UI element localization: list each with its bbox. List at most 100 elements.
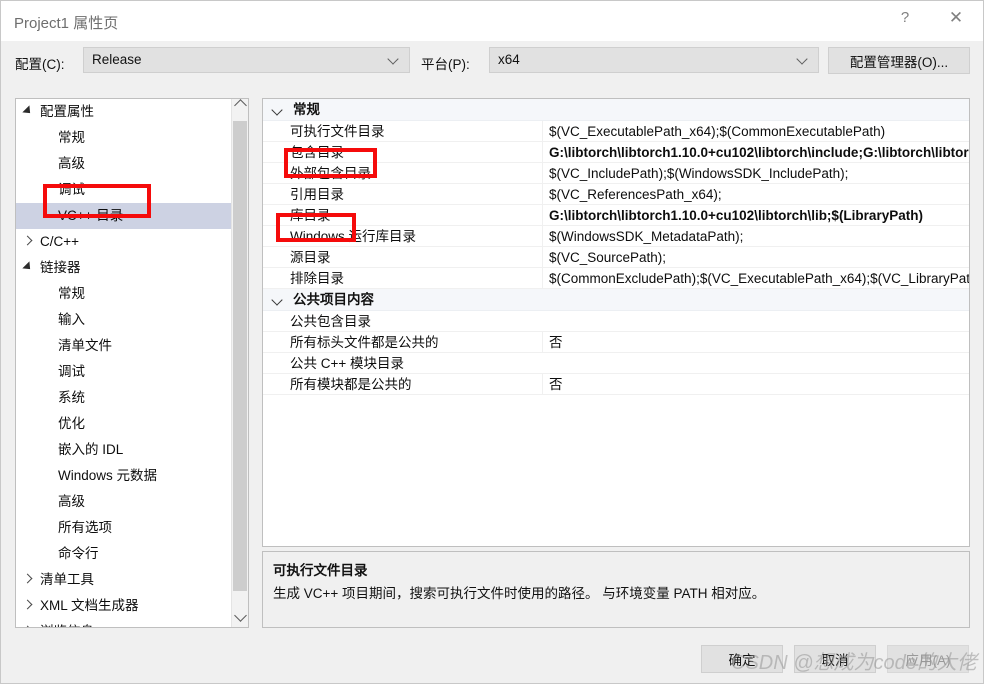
property-grid: 常规可执行文件目录 $(VC_ExecutablePath_x64);$(Comm… [262, 98, 970, 547]
property-value[interactable]: $(VC_ReferencesPath_x64); [542, 184, 969, 204]
help-button[interactable]: ? [882, 1, 928, 34]
configuration-manager-button[interactable]: 配置管理器(O)... [828, 47, 970, 74]
chevron-down-icon[interactable] [270, 289, 286, 310]
tree-item-label: 输入 [58, 312, 85, 327]
tree-item-label: 常规 [58, 286, 85, 301]
description-pane: 可执行文件目录 生成 VC++ 项目期间，搜索可执行文件时使用的路径。 与环境变… [262, 551, 970, 628]
tree-expander-collapsed-icon[interactable] [20, 229, 36, 255]
tree-item[interactable]: 命令行 [16, 541, 231, 567]
tree-item-label: 高级 [58, 494, 85, 509]
property-name: 引用目录 [290, 187, 344, 202]
close-button[interactable]: ✕ [933, 1, 979, 34]
scrollbar-thumb[interactable] [233, 121, 247, 591]
tree-item[interactable]: XML 文档生成器 [16, 593, 231, 619]
tree-item-label: 常规 [58, 130, 85, 145]
property-row[interactable]: 所有模块都是公共的 否 [263, 374, 969, 395]
tree-item[interactable]: VC++ 目录 [16, 203, 231, 229]
tree-item[interactable]: 调试 [16, 177, 231, 203]
property-row[interactable]: 包含目录 G:\libtorch\libtorch1.10.0+cu102\lib… [263, 142, 969, 163]
property-value[interactable]: G:\libtorch\libtorch1.10.0+cu102\libtorc… [542, 205, 969, 225]
property-row[interactable]: Windows 运行库目录 $(WindowsSDK_MetadataPath); [263, 226, 969, 247]
chevron-up-icon [233, 99, 247, 112]
tree-item[interactable]: 清单文件 [16, 333, 231, 359]
tree-item-label: VC++ 目录 [58, 208, 124, 223]
tree-item[interactable]: 浏览信息 [16, 619, 231, 627]
chevron-down-icon [389, 54, 400, 65]
property-row[interactable]: 排除目录 $(CommonExcludePath);$(VC_Executable… [263, 268, 969, 289]
property-name: 外部包含目录 [290, 166, 371, 181]
tree-item[interactable]: C/C++ [16, 229, 231, 255]
property-row[interactable]: 外部包含目录 $(VC_IncludePath);$(WindowsSDK_Inc… [263, 163, 969, 184]
property-name: 公共包含目录 [290, 314, 371, 329]
property-value[interactable]: $(VC_IncludePath);$(WindowsSDK_IncludePa… [542, 163, 969, 183]
configuration-bar: 配置(C): Release 平台(P): x64 配置管理器(O)... [1, 41, 983, 96]
property-row[interactable]: 库目录 G:\libtorch\libtorch1.10.0+cu102\libt… [263, 205, 969, 226]
property-value[interactable]: G:\libtorch\libtorch1.10.0+cu102\libtorc… [542, 142, 969, 162]
tree-item[interactable]: 配置属性 [16, 99, 231, 125]
property-tree-panel: 配置属性 常规 高级 调试 VC++ 目录 C/C++ 链接器 常规 输入 清单文件 调试 系统 优化嵌… [15, 98, 249, 628]
tree-item-label: 清单工具 [40, 572, 94, 587]
tree-item[interactable]: 嵌入的 IDL [16, 437, 231, 463]
tree-item-label: XML 文档生成器 [40, 598, 139, 613]
property-name: 所有模块都是公共的 [290, 377, 412, 392]
tree-vertical-scrollbar[interactable] [231, 99, 248, 627]
configuration-label: 配置(C): [15, 57, 65, 72]
tree-item[interactable]: 所有选项 [16, 515, 231, 541]
property-value[interactable]: $(VC_ExecutablePath_x64);$(CommonExecuta… [542, 121, 969, 141]
tree-item[interactable]: 输入 [16, 307, 231, 333]
property-value[interactable]: 否 [542, 374, 969, 394]
property-value[interactable]: $(CommonExcludePath);$(VC_ExecutablePath… [542, 268, 969, 288]
property-value[interactable]: $(VC_SourcePath); [542, 247, 969, 267]
tree-expander-collapsed-icon[interactable] [20, 619, 36, 627]
tree-item[interactable]: Windows 元数据 [16, 463, 231, 489]
tree-item[interactable]: 高级 [16, 489, 231, 515]
chevron-down-icon[interactable] [270, 99, 286, 120]
tree-expander-expanded-icon[interactable] [20, 99, 36, 125]
property-value[interactable]: $(WindowsSDK_MetadataPath); [542, 226, 969, 246]
property-row[interactable]: 所有标头文件都是公共的 否 [263, 332, 969, 353]
property-row[interactable]: 公共 C++ 模块目录 [263, 353, 969, 374]
tree-item[interactable]: 优化 [16, 411, 231, 437]
property-row[interactable]: 可执行文件目录 $(VC_ExecutablePath_x64);$(Common… [263, 121, 969, 142]
tree-item[interactable]: 清单工具 [16, 567, 231, 593]
configuration-dropdown[interactable]: Release [83, 47, 410, 73]
property-row[interactable]: 源目录 $(VC_SourcePath); [263, 247, 969, 268]
scroll-down-button[interactable] [232, 609, 248, 627]
tree-item-label: 高级 [58, 156, 85, 171]
platform-label: 平台(P): [421, 57, 470, 72]
close-icon: ✕ [948, 8, 964, 27]
property-row[interactable]: 引用目录 $(VC_ReferencesPath_x64); [263, 184, 969, 205]
tree-item-label: 系统 [58, 390, 85, 405]
tree-item[interactable]: 链接器 [16, 255, 231, 281]
tree-item[interactable]: 常规 [16, 281, 231, 307]
tree-item[interactable]: 调试 [16, 359, 231, 385]
property-category-row[interactable]: 常规 [263, 99, 969, 121]
scroll-up-button[interactable] [232, 99, 248, 117]
tree-expander-collapsed-icon[interactable] [20, 593, 36, 619]
property-category-label: 常规 [293, 102, 320, 117]
platform-dropdown[interactable]: x64 [489, 47, 819, 73]
tree-expander-expanded-icon[interactable] [20, 255, 36, 281]
tree-item[interactable]: 常规 [16, 125, 231, 151]
tree-item[interactable]: 高级 [16, 151, 231, 177]
tree-item-label: 嵌入的 IDL [58, 442, 124, 457]
tree-item-label: 配置属性 [40, 104, 94, 119]
property-name: 包含目录 [290, 145, 344, 160]
property-value[interactable]: 否 [542, 332, 969, 352]
chevron-down-icon [233, 609, 247, 622]
tree-expander-collapsed-icon[interactable] [20, 567, 36, 593]
property-name: Windows 运行库目录 [290, 229, 417, 244]
tree-item-label: 所有选项 [58, 520, 112, 535]
property-tree[interactable]: 配置属性 常规 高级 调试 VC++ 目录 C/C++ 链接器 常规 输入 清单文件 调试 系统 优化嵌… [16, 99, 231, 627]
title-bar: Project1 属性页 ? ✕ [1, 1, 983, 41]
question-mark-icon: ? [900, 9, 910, 26]
property-name: 排除目录 [290, 271, 344, 286]
platform-value: x64 [498, 52, 520, 67]
tree-item-label: 清单文件 [58, 338, 112, 353]
property-category-row[interactable]: 公共项目内容 [263, 289, 969, 311]
property-row[interactable]: 公共包含目录 [263, 311, 969, 332]
tree-item[interactable]: 系统 [16, 385, 231, 411]
tree-item-label: 优化 [58, 416, 85, 431]
property-name: 公共 C++ 模块目录 [290, 356, 405, 371]
property-pages-dialog: Project1 属性页 ? ✕ 配置(C): Release 平台(P): x… [0, 0, 984, 684]
